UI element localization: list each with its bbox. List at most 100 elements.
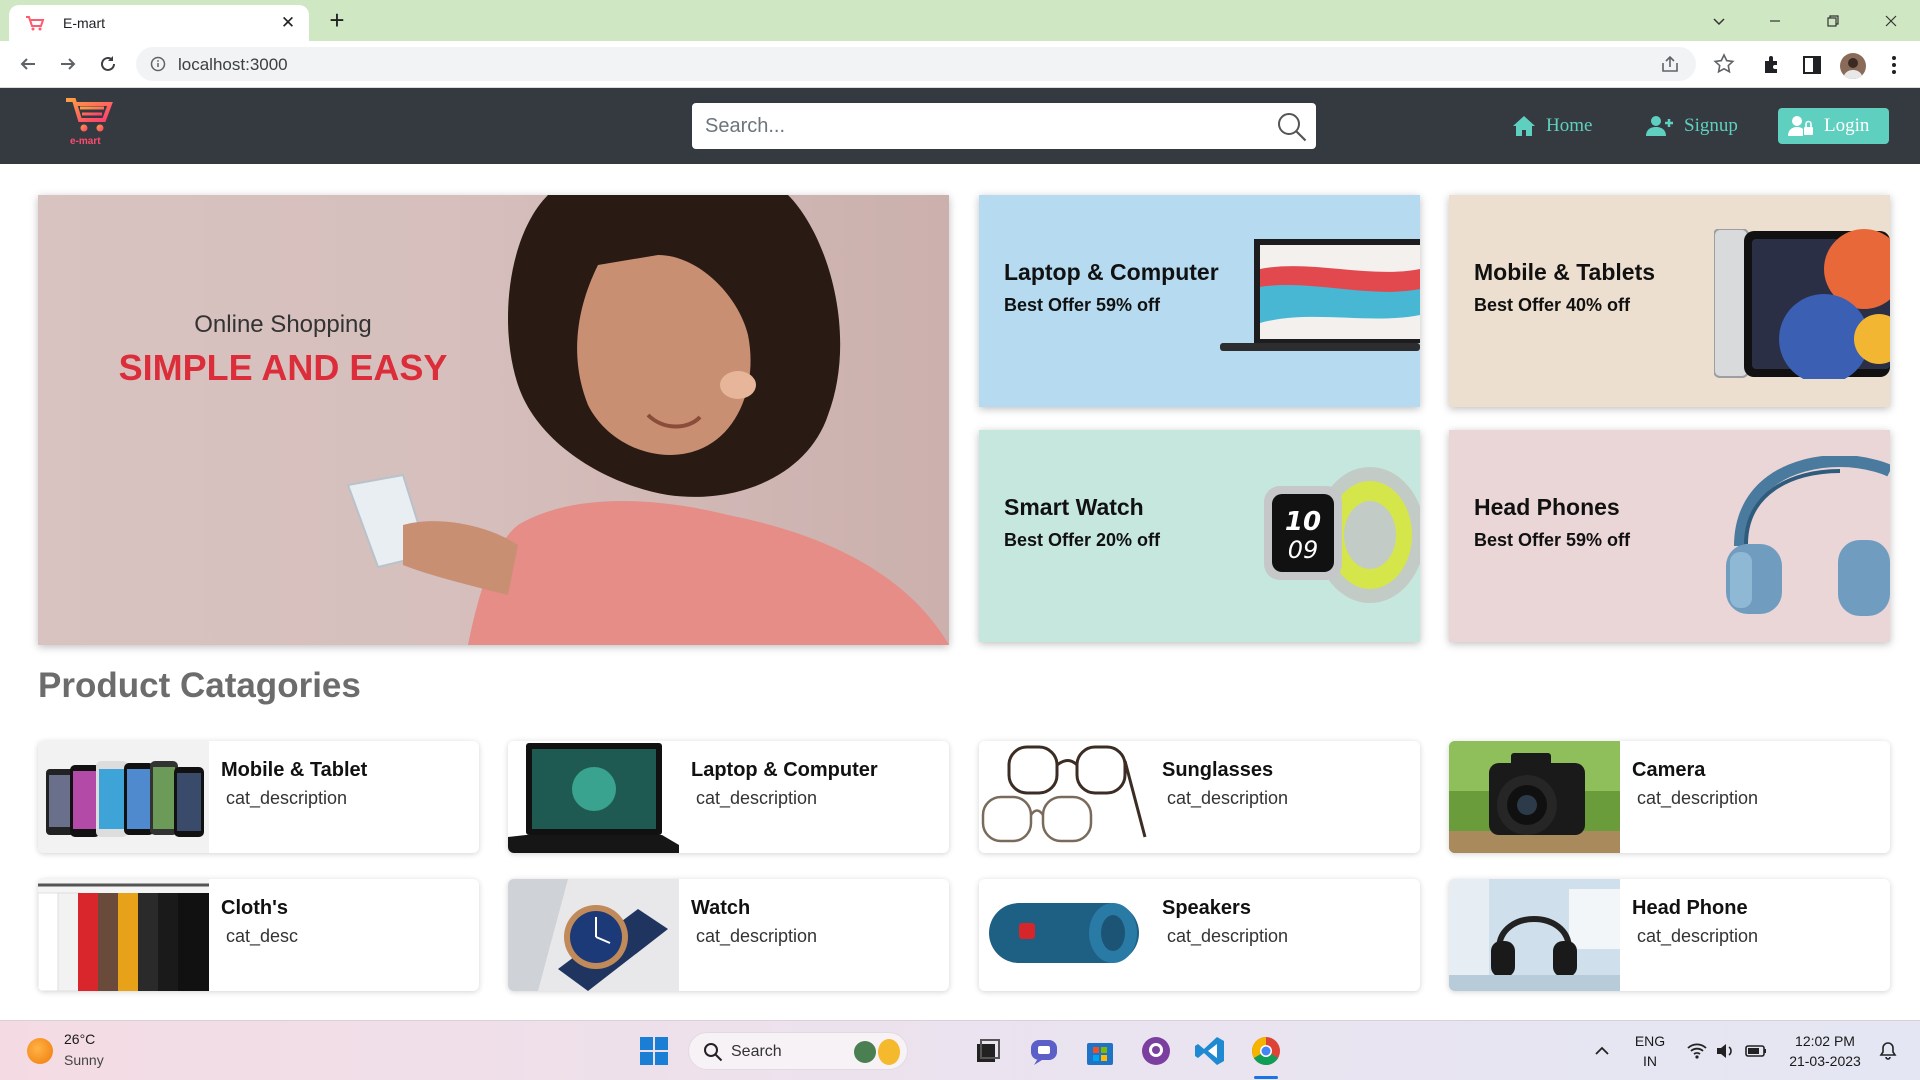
browser-tab[interactable]: E-mart ✕: [9, 5, 309, 41]
search-highlight-icon: [854, 1039, 900, 1065]
github-desktop-icon[interactable]: [1140, 1035, 1172, 1067]
restore-icon[interactable]: [1808, 0, 1858, 41]
promo-title: Laptop & Computer: [1004, 259, 1219, 285]
address-bar-row: localhost:3000: [0, 41, 1920, 88]
url-text[interactable]: localhost:3000: [178, 55, 288, 75]
bookmark-star-icon[interactable]: [1712, 52, 1736, 76]
category-card-cloths[interactable]: Cloth's cat_desc: [38, 879, 479, 991]
back-icon[interactable]: [12, 48, 44, 80]
tab-title: E-mart: [63, 15, 105, 31]
tablet-image: [1714, 229, 1890, 379]
browser-tab-strip: E-mart ✕ +: [0, 0, 1920, 41]
search-icon[interactable]: [1276, 111, 1308, 143]
forward-icon[interactable]: [52, 48, 84, 80]
category-name: Mobile & Tablet: [221, 759, 368, 781]
clock-time[interactable]: 12:02 PM: [1780, 1033, 1870, 1049]
logo-text: e-mart: [70, 136, 101, 147]
login-label: Login: [1824, 115, 1870, 136]
tab-search-icon[interactable]: [1694, 0, 1744, 41]
windows-taskbar: 26°C Sunny Search ENG IN 12:02 PM 21-03-…: [0, 1020, 1920, 1080]
category-name: Laptop & Computer: [691, 759, 878, 781]
promo-offer: Best Offer 40% off: [1474, 295, 1631, 315]
category-description: cat_description: [1637, 926, 1759, 946]
site-info-icon[interactable]: [150, 56, 166, 72]
category-name: Camera: [1632, 759, 1706, 781]
category-description: cat_description: [1167, 926, 1289, 946]
minimize-icon[interactable]: [1750, 0, 1800, 41]
category-card-mobile-tablet[interactable]: Mobile & Tablet cat_description: [38, 741, 479, 853]
headphone-image: [1449, 879, 1620, 991]
clock-date[interactable]: 21-03-2023: [1780, 1053, 1870, 1069]
category-name: Sunglasses: [1162, 759, 1274, 781]
chrome-icon[interactable]: [1250, 1035, 1282, 1067]
reload-icon[interactable]: [92, 48, 124, 80]
hero-banner[interactable]: Online Shopping SIMPLE AND EASY: [38, 195, 949, 645]
search-icon: [704, 1043, 723, 1062]
language-indicator[interactable]: ENG: [1628, 1033, 1672, 1049]
promo-offer: Best Offer 59% off: [1004, 295, 1161, 315]
profile-avatar[interactable]: [1840, 53, 1866, 79]
promo-card-smart-watch[interactable]: Smart Watch Best Offer 20% off 10 09: [979, 430, 1420, 642]
categories-heading: Product Catagories: [38, 666, 361, 705]
windows-start-icon[interactable]: [638, 1035, 670, 1067]
login-button[interactable]: Login: [1778, 108, 1889, 144]
search-bar: [692, 103, 1316, 149]
promo-card-laptop[interactable]: Laptop & Computer Best Offer 59% off: [979, 195, 1420, 407]
promo-card-mobile-tablets[interactable]: Mobile & Tablets Best Offer 40% off: [1449, 195, 1890, 407]
menu-kebab-icon[interactable]: [1882, 53, 1906, 77]
category-name: Cloth's: [221, 897, 288, 919]
tab-close-icon[interactable]: ✕: [273, 13, 303, 33]
region-indicator[interactable]: IN: [1628, 1053, 1672, 1069]
headphones-image: [1726, 456, 1890, 616]
taskbar-search-label: Search: [731, 1043, 782, 1060]
extensions-icon[interactable]: [1760, 53, 1784, 77]
nav-home-link[interactable]: Home: [1506, 108, 1604, 144]
sun-icon[interactable]: [27, 1038, 53, 1064]
glasses-image: [979, 741, 1150, 853]
notification-bell-icon[interactable]: [1878, 1041, 1898, 1061]
volume-icon[interactable]: [1714, 1040, 1736, 1062]
weather-temperature[interactable]: 26°C: [64, 1031, 95, 1047]
wifi-icon[interactable]: [1686, 1040, 1708, 1062]
omnibox[interactable]: localhost:3000: [136, 47, 1696, 81]
category-card-sunglasses[interactable]: Sunglasses cat_description: [979, 741, 1420, 853]
promo-card-head-phones[interactable]: Head Phones Best Offer 59% off: [1449, 430, 1890, 642]
category-card-watch[interactable]: Watch cat_description: [508, 879, 949, 991]
hero-subtitle: Online Shopping: [194, 311, 372, 338]
nav-signup-link[interactable]: Signup: [1640, 108, 1746, 144]
hero-headline: SIMPLE AND EASY: [118, 347, 448, 388]
battery-icon[interactable]: [1744, 1041, 1768, 1061]
teams-chat-icon[interactable]: [1028, 1035, 1060, 1067]
new-tab-button[interactable]: +: [322, 6, 352, 36]
share-icon[interactable]: [1660, 54, 1680, 74]
site-logo[interactable]: e-mart: [62, 96, 118, 152]
task-view-icon[interactable]: [972, 1035, 1004, 1067]
svg-text:10: 10: [1285, 507, 1321, 537]
site-navbar: e-mart Home Signup Login: [0, 88, 1920, 164]
category-card-laptop-computer[interactable]: Laptop & Computer cat_description: [508, 741, 949, 853]
weather-condition[interactable]: Sunny: [64, 1052, 104, 1068]
vscode-icon[interactable]: [1194, 1035, 1226, 1067]
close-window-icon[interactable]: [1866, 0, 1916, 41]
user-plus-icon: [1646, 116, 1673, 136]
user-lock-icon: [1788, 116, 1813, 136]
category-description: cat_description: [1167, 788, 1289, 808]
cart-logo-icon: [66, 98, 113, 132]
camera-image: [1449, 741, 1620, 853]
category-card-head-phone[interactable]: Head Phone cat_description: [1449, 879, 1890, 991]
clothes-image: [38, 879, 209, 991]
chevron-up-icon[interactable]: [1592, 1041, 1612, 1061]
cart-favicon-icon: [26, 16, 45, 31]
promo-offer: Best Offer 59% off: [1474, 530, 1631, 550]
phones-image: [38, 741, 209, 853]
category-card-camera[interactable]: Camera cat_description: [1449, 741, 1890, 853]
taskbar-search[interactable]: Search: [688, 1032, 908, 1070]
side-panel-icon[interactable]: [1800, 53, 1824, 77]
category-description: cat_description: [696, 788, 818, 808]
nav-home-label: Home: [1546, 115, 1593, 136]
smart-watch-image: 10 09: [1264, 467, 1420, 603]
home-icon: [1513, 116, 1535, 136]
category-card-speakers[interactable]: Speakers cat_description: [979, 879, 1420, 991]
microsoft-store-icon[interactable]: [1084, 1035, 1116, 1067]
search-input[interactable]: [692, 103, 1272, 149]
